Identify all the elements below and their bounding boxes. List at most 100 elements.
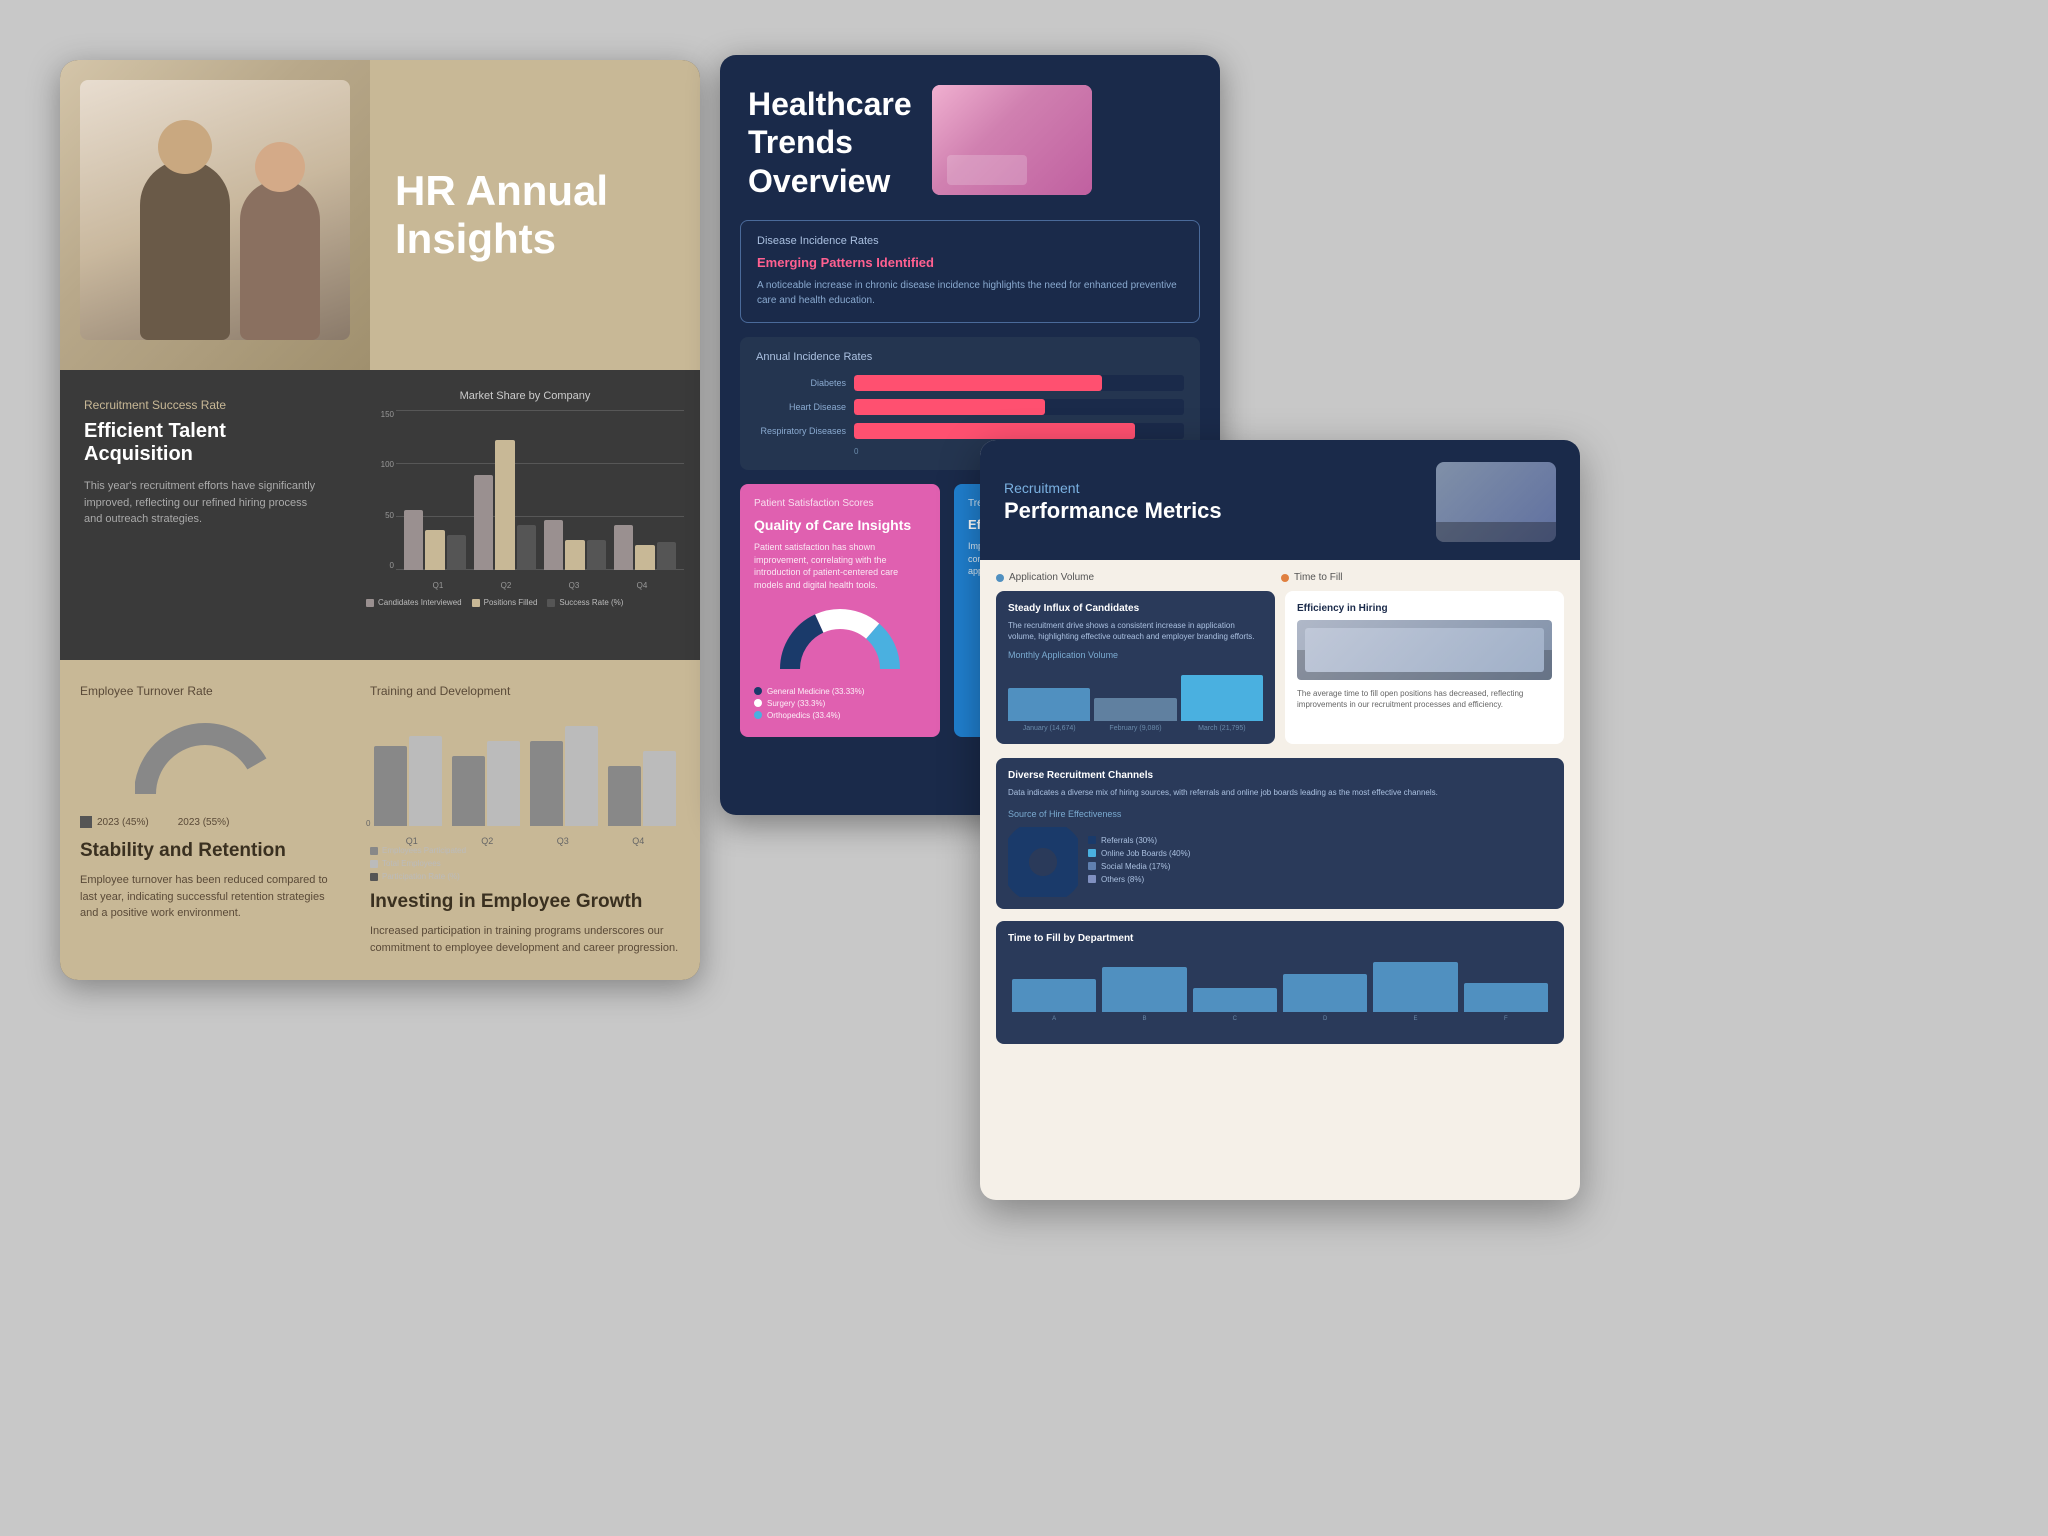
- patient-sat-legend: General Medicine (33.33%) Surgery (33.3%…: [754, 687, 926, 720]
- dept-bar-5: [1373, 962, 1457, 1011]
- patient-pie-svg: [780, 604, 900, 679]
- turnover-legend: 2023 (45%) 2023 (55%): [80, 816, 330, 828]
- market-share-title: Market Share by Company: [366, 390, 684, 402]
- market-share-chart: Market Share by Company 150 100 50 0: [350, 370, 700, 660]
- office-image: [1297, 620, 1552, 680]
- app-volume-metric-label: Application Volume: [996, 572, 1279, 583]
- hr-annual-insights-card: HR Annual Insights Recruitment Success R…: [60, 60, 700, 980]
- turnover-label: Employee Turnover Rate: [80, 684, 330, 698]
- hr-main-title: HR Annual Insights: [395, 167, 608, 264]
- health-header: Healthcare Trends Overview: [720, 55, 1220, 220]
- recruitment-body: This year's recruitment efforts have sig…: [84, 478, 326, 528]
- hr-training-block: Training and Development: [350, 660, 700, 980]
- training-body: Increased participation in training prog…: [370, 923, 680, 956]
- hr-recruitment-block: Recruitment Success Rate Efficient Talen…: [60, 370, 350, 660]
- person2-silhouette: [240, 180, 320, 340]
- app-volume-bar-labels: January (14,674) February (9,086) March …: [1008, 725, 1263, 732]
- incidence-chart-title: Annual Incidence Rates: [756, 351, 1184, 363]
- training-q1: [374, 736, 442, 826]
- time-to-fill-box: Efficiency in Hiring The average time to…: [1285, 591, 1564, 744]
- recruit-title: Performance Metrics: [1004, 498, 1222, 524]
- bar-group-q4: [614, 525, 676, 570]
- recruit-header-image: [1436, 462, 1556, 542]
- disease-box-label: Disease Incidence Rates: [757, 235, 1183, 247]
- patient-sat-label: Patient Satisfaction Scores: [754, 498, 926, 509]
- time-fill-metric-label: Time to Fill: [1281, 572, 1564, 583]
- time-fill-dept-row: Time to Fill by Department A B C D E: [980, 915, 1580, 1050]
- incidence-row-respiratory: Respiratory Diseases: [756, 423, 1184, 439]
- x-label-q2: Q2: [472, 581, 540, 590]
- bar-group-q1: [404, 510, 466, 570]
- health-title-block: Healthcare Trends Overview: [748, 85, 912, 200]
- hr-hero-title-block: HR Annual Insights: [370, 60, 700, 370]
- dept-bar-3: [1193, 988, 1277, 1012]
- patient-sat-body: Patient satisfaction has shown improveme…: [754, 541, 926, 591]
- y-label-150: 150: [381, 410, 394, 419]
- x-label-q3: Q3: [540, 581, 608, 590]
- dept-bar-6: [1464, 983, 1548, 1012]
- recruitment-performance-card: Recruitment Performance Metrics Applicat…: [980, 440, 1580, 1200]
- legend-total: Total Employees: [370, 859, 680, 868]
- time-fill-heading: Efficiency in Hiring: [1297, 603, 1552, 614]
- legend-candidates: Candidates Interviewed: [366, 598, 462, 607]
- legend-rate: Participation Rate (%): [370, 872, 680, 881]
- recruit-top-boxes: Steady Influx of Candidates The recruitm…: [980, 583, 1580, 752]
- source-chart-title: Source of Hire Effectiveness: [1008, 809, 1552, 819]
- dept-bar-chart: A B C D E F: [1008, 952, 1552, 1032]
- hr-hero-image: [60, 60, 370, 370]
- y-label-50: 50: [385, 511, 394, 520]
- turnover-donut: [135, 714, 275, 804]
- recruit-header: Recruitment Performance Metrics: [980, 440, 1580, 560]
- recruitment-heading: Efficient Talent Acquisition: [84, 420, 326, 466]
- incidence-row-diabetes: Diabetes: [756, 375, 1184, 391]
- time-fill-body: The average time to fill open positions …: [1297, 688, 1552, 710]
- turnover-heading: Stability and Retention: [80, 840, 330, 862]
- bar-mar: [1181, 675, 1263, 722]
- source-pie-svg: [1008, 827, 1078, 897]
- incidence-row-heart: Heart Disease: [756, 399, 1184, 415]
- dept-bar-2: [1102, 967, 1186, 1012]
- hr-hero-section: HR Annual Insights: [60, 60, 700, 370]
- recruit-header-text: Recruitment Performance Metrics: [1004, 480, 1222, 524]
- hr-bottom-section: Employee Turnover Rate 2023 (45%) 2023 (…: [60, 660, 700, 980]
- source-hire-box: Diverse Recruitment Channels Data indica…: [996, 758, 1564, 908]
- legend-2023a: 2023 (45%): [80, 816, 149, 828]
- source-hire-chart: Referrals (30%) Online Job Boards (40%) …: [1008, 827, 1552, 897]
- turnover-body: Employee turnover has been reduced compa…: [80, 872, 330, 922]
- bar-group-q3: [544, 520, 606, 570]
- person1-silhouette: [140, 160, 230, 340]
- bar-jan: [1008, 688, 1090, 721]
- x-label-q4: Q4: [608, 581, 676, 590]
- bar-group-q2: [474, 440, 536, 570]
- app-volume-heading: Steady Influx of Candidates: [1008, 603, 1263, 614]
- time-fill-dept-title: Time to Fill by Department: [1008, 933, 1552, 944]
- disease-body: A noticeable increase in chronic disease…: [757, 278, 1183, 308]
- health-header-image: [932, 85, 1092, 195]
- market-chart-legend: Candidates Interviewed Positions Filled …: [366, 598, 684, 607]
- source-hire-heading: Diverse Recruitment Channels: [1008, 770, 1552, 781]
- hr-turnover-block: Employee Turnover Rate 2023 (45%) 2023 (…: [60, 660, 350, 980]
- dept-bar-1: [1012, 979, 1096, 1012]
- legend-2023b: 2023 (55%): [161, 816, 230, 828]
- training-heading: Investing in Employee Growth: [370, 891, 680, 913]
- legend-success: Success Rate (%): [547, 598, 623, 607]
- training-label: Training and Development: [370, 684, 680, 698]
- legend-positions: Positions Filled: [472, 598, 538, 607]
- training-q2: [452, 741, 520, 826]
- disease-highlight: Emerging Patterns Identified: [757, 255, 1183, 270]
- training-legend: Employees Participated Total Employees P…: [370, 846, 680, 881]
- patient-sat-chart: [754, 604, 926, 679]
- y-label-0: 0: [390, 561, 394, 570]
- y-label-100: 100: [381, 460, 394, 469]
- source-hire-legend: Referrals (30%) Online Job Boards (40%) …: [1088, 836, 1552, 888]
- training-q4: [608, 751, 676, 826]
- disease-incidence-box: Disease Incidence Rates Emerging Pattern…: [740, 220, 1200, 323]
- patient-satisfaction-box: Patient Satisfaction Scores Quality of C…: [740, 484, 940, 736]
- bar-chart-wrap: 150 100 50 0: [366, 410, 684, 590]
- recruit-subtitle: Recruitment: [1004, 480, 1222, 496]
- app-volume-body: The recruitment drive shows a consistent…: [1008, 620, 1263, 642]
- training-chart: Q1 Q2 Q3 Q4 0: [370, 706, 680, 846]
- recruitment-label: Recruitment Success Rate: [84, 398, 326, 412]
- x-label-q1: Q1: [404, 581, 472, 590]
- app-volume-box: Steady Influx of Candidates The recruitm…: [996, 591, 1275, 744]
